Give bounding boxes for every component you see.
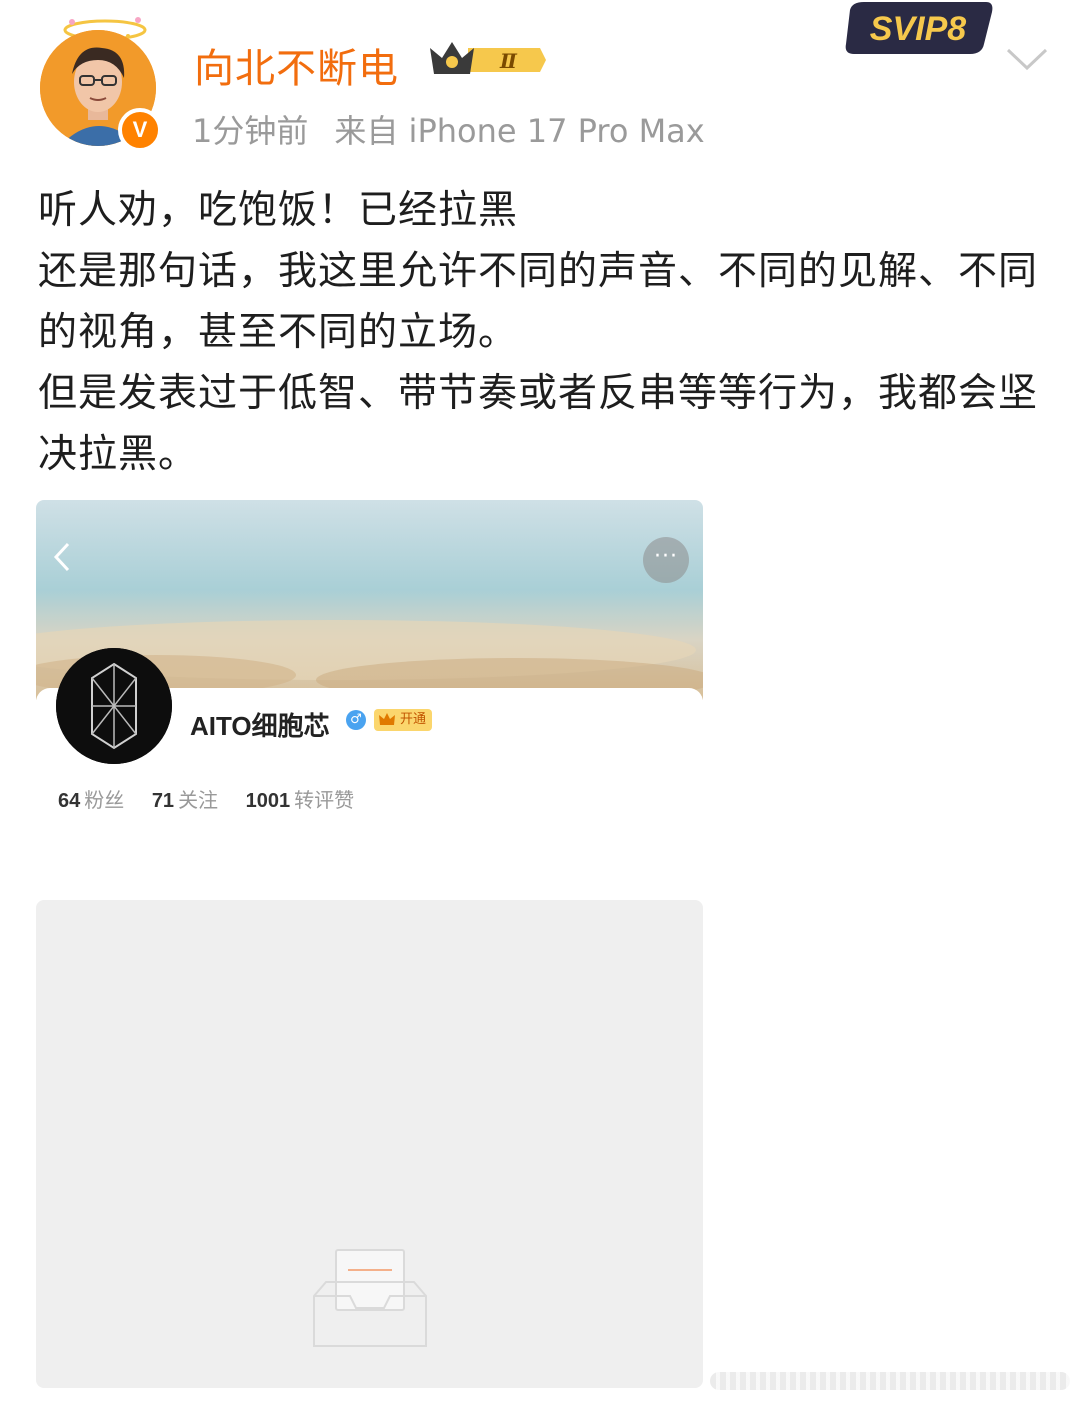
male-gender-icon: ♂ (346, 710, 366, 730)
profile-stats: 64 粉丝 71 关注 1001 转评赞 (58, 784, 376, 813)
stat-interactions[interactable]: 1001 转评赞 (246, 784, 355, 813)
post-line: 还是那句话，我这里允许不同的声音、不同的见解、不同的视角，甚至不同的立场。 (38, 249, 1039, 355)
empty-inbox-icon (313, 1249, 427, 1347)
crown-icon (379, 713, 395, 725)
svip-label: SVIP8 (870, 10, 966, 48)
profile-avatar[interactable] (56, 648, 172, 764)
post-meta: 1分钟前 来自 iPhone 17 Pro Max (192, 106, 705, 152)
svip-badge-icon: SVIP8 (845, 2, 993, 54)
profile-name: AITO细胞芯 (190, 711, 330, 741)
level-badge-text: Ⅱ (499, 49, 518, 73)
empty-content-placeholder (36, 900, 703, 1388)
post-line: 但是发表过于低智、带节奏或者反串等等行为，我都会坚决拉黑。 (38, 371, 1039, 477)
username[interactable]: 向北不断电 (194, 36, 399, 94)
member-open-label: 开通 (400, 712, 427, 727)
member-open-badge[interactable]: 开通 (374, 709, 433, 731)
crown-level-badge-icon: Ⅱ (430, 42, 546, 74)
stat-followers[interactable]: 64 粉丝 (58, 784, 124, 813)
post-time: 1分钟前 (192, 112, 309, 150)
post-source: 来自 iPhone 17 Pro Max (334, 112, 705, 150)
post-content: 听人劝，吃饱饭！已经拉黑 还是那句话，我这里允许不同的声音、不同的见解、不同的视… (38, 180, 1048, 485)
watermark-strip (710, 1372, 1070, 1390)
verified-badge-icon: V (118, 108, 162, 152)
back-chevron-icon[interactable] (52, 540, 72, 574)
more-options-icon[interactable]: ··· (643, 537, 689, 583)
stat-following[interactable]: 71 关注 (152, 784, 218, 813)
embedded-profile-screenshot[interactable]: ··· AITO细胞芯 ♂ 开通 64 粉丝 71 关注 1001 转评赞 (36, 500, 703, 860)
post-line: 听人劝，吃饱饭！已经拉黑 (38, 188, 519, 233)
chevron-down-icon[interactable] (1004, 44, 1050, 74)
